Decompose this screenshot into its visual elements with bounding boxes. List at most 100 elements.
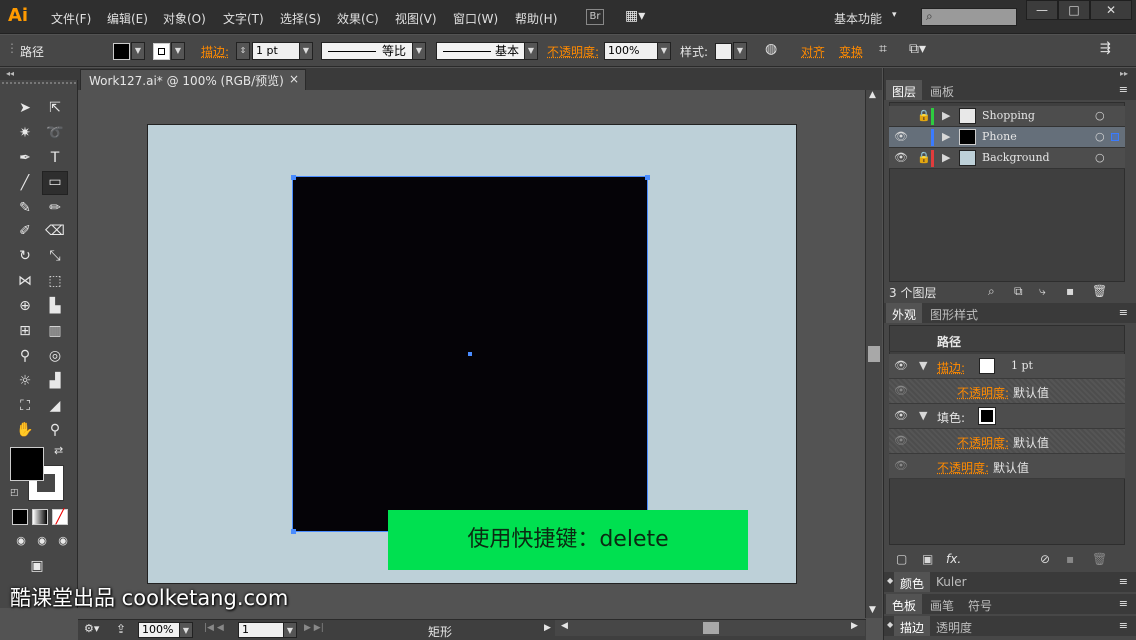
mesh-tool-icon[interactable]: ⊞ <box>14 321 36 341</box>
tab-layers[interactable]: 图层 <box>886 80 923 100</box>
appearance-row-fill[interactable]: 👁 ▼ 填色: <box>889 404 1125 429</box>
eye-icon[interactable]: 👁 <box>894 434 908 447</box>
direct-selection-tool-icon[interactable]: ⇱ <box>44 98 66 118</box>
opacity-label[interactable]: 不透明度: <box>957 434 1009 451</box>
zoom-tool-icon[interactable]: ⚲ <box>44 420 66 440</box>
expand-arrow-icon[interactable]: ▼ <box>919 409 927 422</box>
bridge-button[interactable]: Br <box>586 9 604 25</box>
status-arrow-icon[interactable]: ▶ <box>544 623 551 633</box>
arrange-icon[interactable]: ⧉▾ <box>909 41 926 57</box>
hand-tool-icon[interactable]: ✋ <box>14 420 36 440</box>
tab-stroke[interactable]: 描边 <box>894 616 931 636</box>
search-input[interactable]: ⌕ <box>921 8 1017 26</box>
line-tool-icon[interactable]: ╱ <box>14 173 36 193</box>
eye-icon[interactable]: 👁 <box>894 409 908 422</box>
first-artboard-icon[interactable]: |◀ ◀ <box>204 623 224 633</box>
scroll-thumb[interactable] <box>703 622 719 634</box>
layer-row-background[interactable]: 👁 🔒 ▶ Background ○ <box>889 148 1125 169</box>
locate-object-icon[interactable]: ⌕ <box>988 284 995 299</box>
screen-mode-icon[interactable]: ▣ <box>26 556 48 576</box>
eye-icon[interactable]: 👁 <box>894 459 908 472</box>
transform-link[interactable]: 变换 <box>839 43 863 60</box>
layer-name[interactable]: Phone <box>982 130 1017 143</box>
pen-tool-icon[interactable]: ✒ <box>14 148 36 168</box>
draw-behind-icon[interactable]: ◉ <box>31 531 53 551</box>
scroll-down-icon[interactable]: ▼ <box>869 605 876 615</box>
menu-type[interactable]: 文字(T) <box>223 10 264 27</box>
panel-menu-icon[interactable]: ≡ <box>1119 575 1128 588</box>
appearance-row-stroke-opacity[interactable]: 👁 不透明度: 默认值 <box>889 379 1125 404</box>
maximize-button[interactable]: □ <box>1058 0 1090 20</box>
width-tool-icon[interactable]: ⋈ <box>14 271 36 291</box>
eye-icon[interactable]: 👁 <box>894 384 908 397</box>
scroll-left-icon[interactable]: ◀ <box>561 621 568 631</box>
expand-arrow-icon[interactable]: ▶ <box>942 151 950 164</box>
panel-menu-icon[interactable]: ≡ <box>1119 306 1128 319</box>
appearance-row-opacity[interactable]: 👁 不透明度: 默认值 <box>889 454 1125 479</box>
chevron-down-icon[interactable]: ▼ <box>733 42 747 60</box>
fx-icon[interactable]: fx. <box>946 552 961 566</box>
tab-appearance[interactable]: 外观 <box>886 303 923 323</box>
eye-icon[interactable]: 👁 <box>894 359 908 372</box>
none-mode-icon[interactable]: ╱ <box>52 509 68 525</box>
layer-row-phone[interactable]: 👁 ▶ Phone ○ <box>889 127 1125 148</box>
new-layer-icon[interactable]: ▪ <box>1066 284 1074 298</box>
recolor-icon[interactable]: ◍ <box>765 41 777 57</box>
eyedropper-tool-icon[interactable]: ⚲ <box>14 346 36 366</box>
selection-handle[interactable] <box>291 529 296 534</box>
selection-tool-icon[interactable]: ➤ <box>14 98 36 118</box>
lasso-tool-icon[interactable]: ➰ <box>44 123 66 143</box>
close-button[interactable]: ✕ <box>1090 0 1132 20</box>
eraser-tool-icon[interactable]: ⌫ <box>44 221 66 241</box>
chevron-down-icon[interactable]: ▼ <box>524 42 538 60</box>
tab-transparency[interactable]: 透明度 <box>930 616 978 636</box>
opacity-field[interactable]: 100% <box>604 42 658 60</box>
scroll-up-icon[interactable]: ▲ <box>869 90 876 100</box>
chevron-down-icon[interactable]: ▼ <box>657 42 671 60</box>
target-icon[interactable]: ○ <box>1095 151 1105 164</box>
panel-menu-icon[interactable]: ≡ <box>1119 619 1128 632</box>
isolate-icon[interactable]: ⌗ <box>879 41 887 57</box>
chevron-down-icon[interactable]: ▼ <box>179 622 193 638</box>
arrange-documents-icon[interactable]: ▦▾ <box>625 8 645 24</box>
add-fill-icon[interactable]: ▣ <box>922 552 933 566</box>
eye-icon[interactable]: 👁 <box>894 130 908 143</box>
tab-symbols[interactable]: 符号 <box>962 594 998 614</box>
gradient-mode-icon[interactable] <box>32 509 48 525</box>
rotate-tool-icon[interactable]: ↻ <box>14 246 36 266</box>
stroke-weight-field[interactable]: 1 pt <box>252 42 300 60</box>
clear-appearance-icon[interactable]: ⊘ <box>1040 552 1050 566</box>
trash-icon[interactable]: 🗑 <box>1092 552 1107 566</box>
panel-menu-icon[interactable]: ⇶ <box>1100 41 1111 56</box>
selection-handle[interactable] <box>645 175 650 180</box>
chevron-down-icon[interactable]: ▼ <box>131 42 145 60</box>
trash-icon[interactable]: 🗑 <box>1092 284 1107 298</box>
stroke-weight-value[interactable]: 1 pt <box>1011 359 1033 372</box>
gradient-tool-icon[interactable]: ▥ <box>44 321 66 341</box>
target-icon[interactable]: ○ <box>1095 130 1105 143</box>
fill-swatch[interactable] <box>113 43 130 60</box>
status-menu-icon[interactable]: ⚙▾ <box>84 622 99 635</box>
brush-definition[interactable]: 基本 <box>436 42 528 60</box>
artboard-number-field[interactable]: 1 <box>238 622 284 638</box>
graphic-style-swatch[interactable] <box>715 43 732 60</box>
panel-menu-icon[interactable]: ≡ <box>1119 83 1128 96</box>
make-clipping-mask-icon[interactable]: ⧉ <box>1014 284 1023 299</box>
draw-inside-icon[interactable]: ◉ <box>52 531 74 551</box>
expand-arrow-icon[interactable]: ▶ <box>942 130 950 143</box>
tab-artboards[interactable]: 画板 <box>924 80 960 100</box>
expand-arrow-icon[interactable]: ▶ <box>942 109 950 122</box>
opacity-label[interactable]: 不透明度: <box>547 43 599 60</box>
type-tool-icon[interactable]: T <box>44 148 66 168</box>
variable-width-profile[interactable]: 等比 <box>321 42 413 60</box>
menu-select[interactable]: 选择(S) <box>280 10 321 27</box>
scroll-thumb[interactable] <box>868 346 880 362</box>
share-icon[interactable]: ⇪ <box>116 622 126 636</box>
shape-builder-tool-icon[interactable]: ⊕ <box>14 296 36 316</box>
horizontal-scrollbar[interactable]: ◀ ▶ <box>555 620 865 636</box>
menu-effect[interactable]: 效果(C) <box>337 10 379 27</box>
collapse-icon[interactable]: ▸▸ <box>884 68 1136 80</box>
close-tab-icon[interactable]: × <box>289 72 299 86</box>
chevron-down-icon[interactable]: ▼ <box>171 42 185 60</box>
panel-menu-icon[interactable]: ≡ <box>1119 597 1128 610</box>
